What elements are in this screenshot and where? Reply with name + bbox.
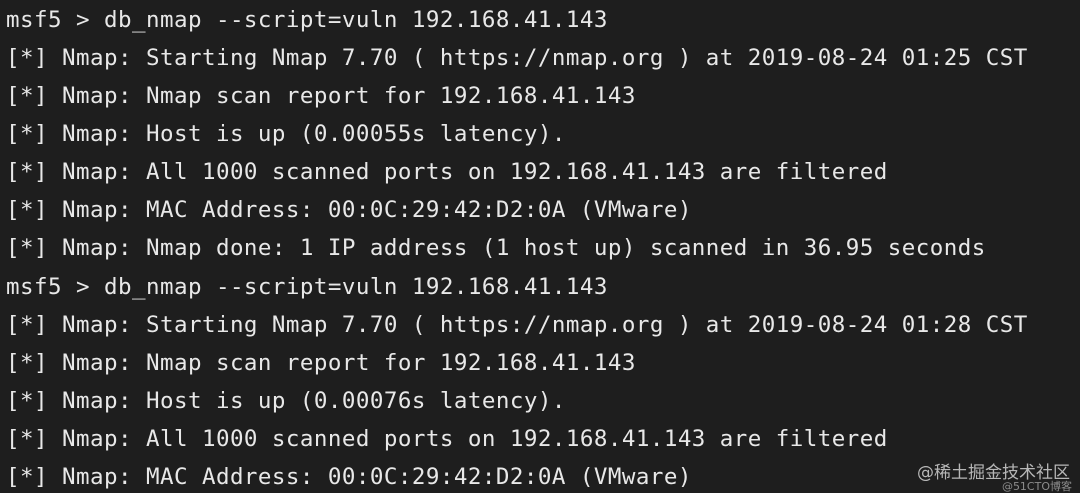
terminal-line: [*] Nmap: Host is up (0.00076s latency). bbox=[6, 388, 566, 414]
terminal-line: [*] Nmap: MAC Address: 00:0C:29:42:D2:0A… bbox=[6, 464, 692, 490]
terminal-line: [*] Nmap: All 1000 scanned ports on 192.… bbox=[6, 426, 888, 452]
terminal-line: msf5 > db_nmap --script=vuln 192.168.41.… bbox=[6, 7, 608, 33]
terminal-line: [*] Nmap: Host is up (0.00055s latency). bbox=[6, 121, 566, 147]
watermark-small-text: @51CTO博客 bbox=[1001, 480, 1072, 493]
terminal-line: [*] Nmap: MAC Address: 00:0C:29:42:D2:0A… bbox=[6, 197, 692, 223]
terminal-line: [*] Nmap: Nmap done: 1 IP address (1 hos… bbox=[6, 235, 986, 261]
terminal-line: [*] Nmap: Starting Nmap 7.70 ( https://n… bbox=[6, 45, 1028, 71]
terminal-line: [*] Nmap: Nmap scan report for 192.168.4… bbox=[6, 83, 636, 109]
terminal-line: [*] Nmap: Nmap scan report for 192.168.4… bbox=[6, 350, 636, 376]
terminal-line: [*] Nmap: All 1000 scanned ports on 192.… bbox=[6, 159, 888, 185]
terminal-line: [*] Nmap: Starting Nmap 7.70 ( https://n… bbox=[6, 312, 1028, 338]
terminal-line: msf5 > db_nmap --script=vuln 192.168.41.… bbox=[6, 274, 608, 300]
terminal-window[interactable]: msf5 > db_nmap --script=vuln 192.168.41.… bbox=[0, 0, 1080, 493]
